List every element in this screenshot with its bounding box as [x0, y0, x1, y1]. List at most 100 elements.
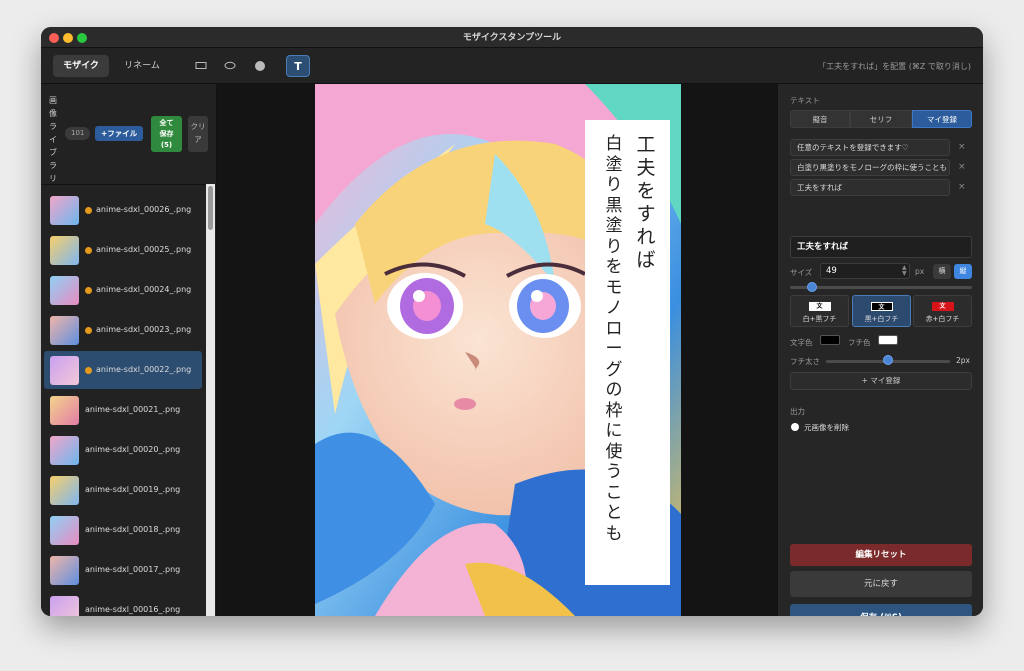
modified-dot-icon	[85, 327, 92, 334]
file-name: anime-sdxl_00020_.png	[85, 445, 181, 454]
text-section-label: テキスト	[790, 96, 820, 105]
image-thumbnail	[50, 436, 79, 465]
tab-mosaic[interactable]: モザイク	[53, 55, 109, 77]
modified-dot-icon	[85, 367, 92, 374]
file-name: anime-sdxl_00018_.png	[85, 525, 181, 534]
modified-dot-icon	[85, 287, 92, 294]
blur-tool-button[interactable]	[248, 55, 272, 77]
file-list-item[interactable]: anime-sdxl_00018_.png	[44, 511, 202, 549]
file-list-item[interactable]: anime-sdxl_00016_.png	[44, 591, 202, 616]
clear-button[interactable]: クリア	[188, 116, 208, 152]
stroke-width-slider-knob[interactable]	[883, 355, 893, 365]
image-thumbnail	[50, 396, 79, 425]
image-thumbnail	[50, 476, 79, 505]
app-window: モザイクスタンプツール モザイク リネーム T 「工夫をすれば」を配置 (⌘Z …	[41, 27, 983, 616]
file-list-item[interactable]: anime-sdxl_00017_.png	[44, 551, 202, 589]
size-slider[interactable]	[790, 286, 972, 289]
image-thumbnail	[50, 516, 79, 545]
text-tool-button[interactable]: T	[286, 55, 310, 77]
file-name: anime-sdxl_00022_.png	[96, 365, 192, 374]
overlay-text-line-1: 工夫をすれば	[636, 134, 656, 271]
edit-reset-button[interactable]: 編集リセット	[790, 544, 972, 566]
stroke-width-label: フチ太さ	[790, 357, 820, 366]
style-white-black-outline[interactable]: 文 白+黒フチ	[790, 295, 849, 327]
scrollbar-thumb[interactable]	[208, 186, 213, 230]
horizontal-orientation-button[interactable]: 横	[933, 264, 951, 279]
stroke-color-swatch[interactable]	[878, 335, 898, 345]
vertical-orientation-button[interactable]: 縦	[954, 264, 972, 279]
delete-original-checkbox[interactable]	[791, 423, 799, 431]
file-name: anime-sdxl_00021_.png	[85, 405, 181, 414]
file-list-scrollbar[interactable]	[206, 184, 215, 616]
image-thumbnail	[50, 236, 79, 265]
file-list-item[interactable]: anime-sdxl_00021_.png	[44, 391, 202, 429]
saved-text-item[interactable]: 工夫をすれば	[790, 179, 950, 196]
output-section-label: 出力	[790, 407, 805, 416]
image-thumbnail	[50, 196, 79, 225]
size-unit: px	[915, 267, 925, 276]
canvas-area: 工夫をすれば 白塗り黒塗りをモノローグの枠に使うことも	[217, 84, 777, 616]
modified-dot-icon	[85, 247, 92, 254]
file-list-item[interactable]: anime-sdxl_00020_.png	[44, 431, 202, 469]
library-title: 画像ライブラリ	[49, 96, 57, 183]
style-red-white-outline[interactable]: 文 赤+白フチ	[913, 295, 972, 327]
file-name: anime-sdxl_00016_.png	[85, 605, 181, 614]
add-to-my-presets-button[interactable]: + マイ登録	[790, 372, 972, 390]
text-color-swatch[interactable]	[820, 335, 840, 345]
text-overlay-box[interactable]: 工夫をすれば 白塗り黒塗りをモノローグの枠に使うことも	[585, 120, 670, 585]
text-input[interactable]: 工夫をすれば	[790, 236, 972, 258]
file-name: anime-sdxl_00024_.png	[96, 285, 192, 294]
toolbar: モザイク リネーム T 「工夫をすれば」を配置 (⌘Z で取り消し)	[41, 48, 983, 84]
modified-dot-icon	[85, 207, 92, 214]
window-title: モザイクスタンプツール	[462, 33, 562, 43]
image-thumbnail	[50, 356, 79, 385]
text-color-label: 文字色	[790, 338, 813, 347]
file-list-item[interactable]: anime-sdxl_00025_.png	[44, 231, 202, 269]
properties-panel: テキスト 擬音 セリフ マイ登録 任意のテキストを登録できます♡ × 白塗り黒塗…	[777, 84, 983, 616]
remove-saved-text-button[interactable]: ×	[958, 182, 966, 192]
stepper-icon[interactable]: ▲ ▼	[902, 265, 907, 277]
remove-saved-text-button[interactable]: ×	[958, 142, 966, 152]
file-name: anime-sdxl_00017_.png	[85, 565, 181, 574]
rectangle-tool-button[interactable]	[189, 55, 213, 77]
saved-text-item[interactable]: 任意のテキストを登録できます♡	[790, 139, 950, 156]
file-list-item[interactable]: anime-sdxl_00022_.png	[44, 351, 202, 389]
save-button[interactable]: 保存 (⌘S)	[790, 604, 972, 616]
style-black-white-outline[interactable]: 文 黒+白フチ	[852, 295, 911, 327]
size-field[interactable]: 49	[820, 263, 910, 279]
tab-onomatopoeia[interactable]: 擬音	[790, 110, 850, 128]
file-list-item[interactable]: anime-sdxl_00024_.png	[44, 271, 202, 309]
file-name: anime-sdxl_00023_.png	[96, 325, 192, 334]
saved-text-item[interactable]: 白塗り黒塗りをモノローグの枠に使うことも	[790, 159, 950, 176]
image-thumbnail	[50, 316, 79, 345]
ellipse-tool-button[interactable]	[218, 55, 242, 77]
file-name: anime-sdxl_00025_.png	[96, 245, 192, 254]
circle-fill-icon	[255, 61, 265, 71]
file-list-item[interactable]: anime-sdxl_00023_.png	[44, 311, 202, 349]
image-thumbnail	[50, 556, 79, 585]
remove-saved-text-button[interactable]: ×	[958, 162, 966, 172]
tab-dialogue[interactable]: セリフ	[850, 110, 912, 128]
overlay-text-line-2: 白塗り黒塗りをモノローグの枠に使うことも	[605, 134, 623, 544]
undo-button[interactable]: 元に戻す	[790, 571, 972, 597]
stroke-width-value: 2px	[956, 356, 970, 365]
tab-rename[interactable]: リネーム	[115, 55, 169, 77]
rectangle-icon	[195, 62, 207, 69]
size-slider-knob[interactable]	[806, 282, 817, 292]
size-label: サイズ	[790, 268, 813, 277]
file-list-item[interactable]: anime-sdxl_00026_.png	[44, 191, 202, 229]
tab-my-presets[interactable]: マイ登録	[912, 110, 972, 128]
file-count-badge: 101	[65, 127, 91, 140]
image-thumbnail	[50, 596, 79, 616]
image-library-panel: 画像ライブラリ 101 +ファイル 全て 保存 (5) クリア anime-sd…	[41, 84, 217, 616]
add-file-button[interactable]: +ファイル	[95, 126, 144, 141]
image-thumbnail	[50, 276, 79, 305]
file-list-item[interactable]: anime-sdxl_00019_.png	[44, 471, 202, 509]
save-all-button[interactable]: 全て 保存 (5)	[151, 116, 182, 152]
file-list: anime-sdxl_00026_.png anime-sdxl_00025_.p…	[41, 184, 217, 616]
file-name: anime-sdxl_00026_.png	[96, 205, 192, 214]
title-bar: モザイクスタンプツール	[41, 27, 983, 48]
anime-image[interactable]: 工夫をすれば 白塗り黒塗りをモノローグの枠に使うことも	[315, 84, 681, 616]
status-hint: 「工夫をすれば」を配置 (⌘Z で取り消し)	[818, 62, 971, 71]
ellipse-icon	[224, 61, 236, 70]
